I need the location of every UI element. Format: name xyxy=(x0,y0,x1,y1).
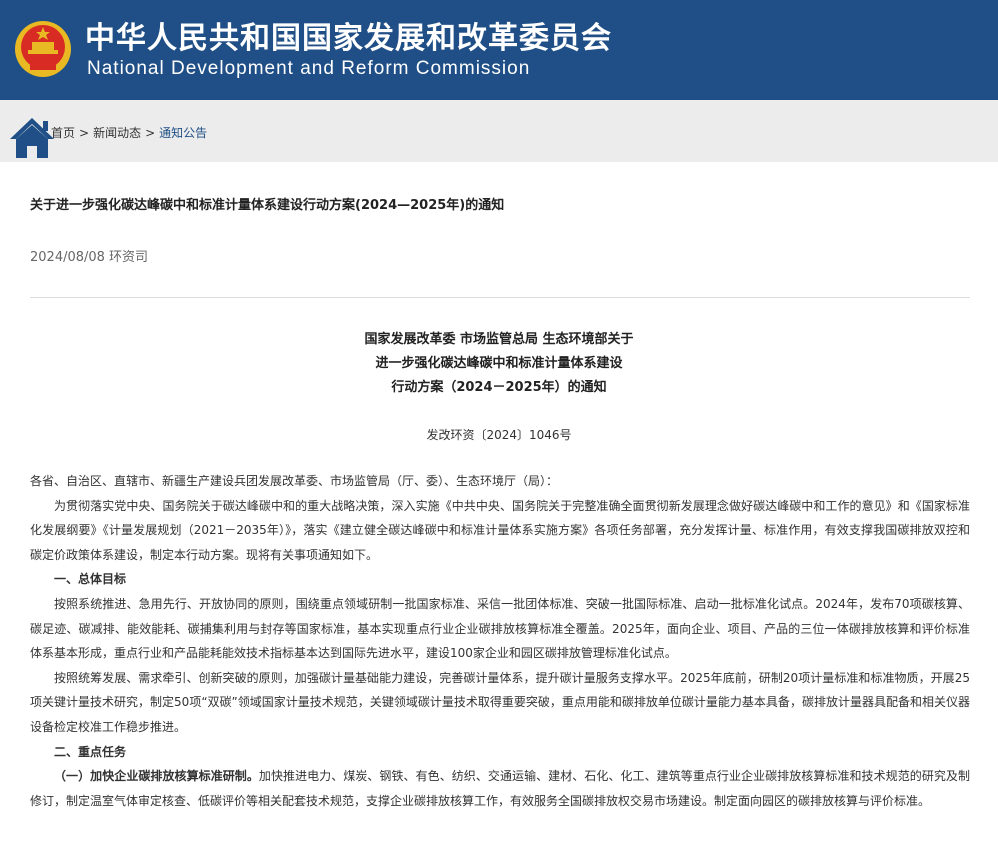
national-emblem-icon[interactable] xyxy=(14,20,72,78)
intro-paragraph: 为贯彻落实党中央、国务院关于碳达峰碳中和的重大战略决策，深入实施《中共中央、国务… xyxy=(30,498,970,562)
site-header: 中华人民共和国国家发展和改革委员会 National Development a… xyxy=(0,0,998,100)
article-meta: 2024/08/08 环资司 xyxy=(30,250,149,265)
document-heading-line: 行动方案（2024－2025年）的通知 xyxy=(391,380,607,395)
breadcrumb-current-link[interactable]: 通知公告 xyxy=(159,126,207,140)
document-heading-line: 进一步强化碳达峰碳中和标准计量体系建设 xyxy=(375,356,623,371)
breadcrumb-news-link[interactable]: 新闻动态 xyxy=(93,126,141,140)
task-title: （一）加快企业碳排放核算标准研制。 xyxy=(54,769,259,784)
addressee: 各省、自治区、直辖市、新疆生产建设兵团发展改革委、市场监管局（厅、委）、生态环境… xyxy=(30,474,559,488)
breadcrumb: 首页 > 新闻动态 > 通知公告 xyxy=(51,125,207,141)
article-title: 关于进一步强化碳达峰碳中和标准计量体系建设行动方案(2024—2025年)的通知 xyxy=(30,198,505,213)
breadcrumb-separator: > xyxy=(79,126,90,140)
section-heading: 二、重点任务 xyxy=(54,744,127,759)
divider xyxy=(30,297,970,298)
breadcrumb-home-link[interactable]: 首页 xyxy=(51,126,75,140)
home-icon[interactable] xyxy=(8,117,56,159)
body-paragraph: 按照统筹发展、需求牵引、创新突破的原则，加强碳计量基础能力建设，完善碳计量体系，… xyxy=(30,670,970,734)
site-title-cn[interactable]: 中华人民共和国国家发展和改革委员会 xyxy=(85,20,612,58)
breadcrumb-separator: > xyxy=(145,126,156,140)
body-paragraph: 按照系统推进、急用先行、开放协同的原则，围绕重点领域研制一批国家标准、采信一批团… xyxy=(30,596,970,661)
document-number: 发改环资〔2024〕1046号 xyxy=(426,428,572,442)
document-heading-line: 国家发展改革委 市场监管总局 生态环境部关于 xyxy=(364,332,634,347)
task-paragraph: （一）加快企业碳排放核算标准研制。加快推进电力、煤炭、钢铁、有色、纺织、交通运输… xyxy=(30,764,970,813)
site-title-en: National Development and Reform Commissi… xyxy=(87,58,531,79)
article-body: 各省、自治区、直辖市、新疆生产建设兵团发展改革委、市场监管局（厅、委）、生态环境… xyxy=(30,469,970,813)
section-heading: 一、总体目标 xyxy=(54,572,127,587)
